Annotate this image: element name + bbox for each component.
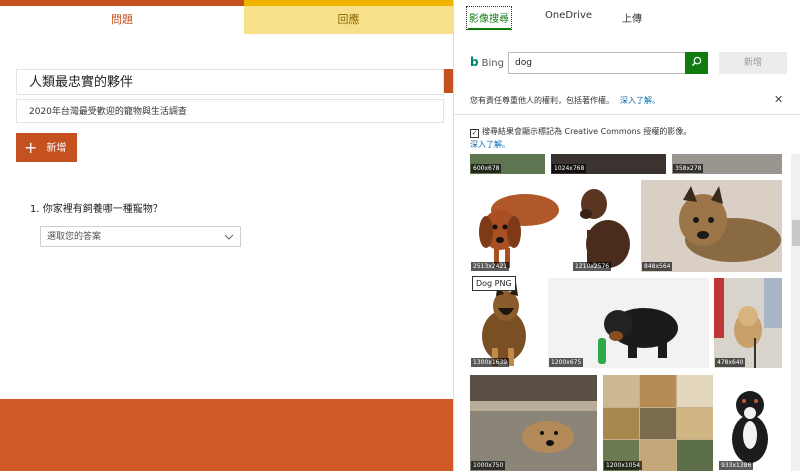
learn-more-link[interactable]: 深入了解。: [620, 96, 660, 105]
question-title: 1. 你家裡有飼養哪一種寵物？: [30, 204, 163, 215]
german-shepherd-image: [482, 282, 526, 366]
image-result[interactable]: 358x278: [672, 154, 782, 174]
form-editor: 問題 回應 人類最忠實的夥伴 2020年台灣最受歡迎的寵物與生活調查 + 新增 1…: [0, 0, 453, 471]
image-result[interactable]: 1300x1639: [470, 278, 543, 368]
active-tab-indicator: [468, 28, 511, 30]
chocolate-lab-image: [580, 189, 630, 268]
dog-collage-image: [603, 375, 713, 471]
dachshund-image: [479, 194, 559, 268]
image-result[interactable]: 1200x675: [548, 278, 709, 368]
image-dims-label: 1000x750: [471, 461, 506, 470]
form-subtitle-field[interactable]: 2020年台灣最受歡迎的寵物與生活調查: [16, 99, 444, 123]
cc-learn-more-link[interactable]: 深入了解。: [470, 140, 510, 149]
image-dims-label: 1300x1639: [471, 358, 510, 367]
checkbox-icon[interactable]: ✓: [470, 129, 479, 138]
plus-icon: +: [24, 138, 38, 157]
image-result[interactable]: 478x640: [714, 278, 782, 368]
image-result[interactable]: 1210x2576: [572, 180, 634, 272]
image-result[interactable]: 1024x768: [551, 154, 666, 174]
insert-new-button[interactable]: 新增: [719, 52, 787, 74]
form-title-field[interactable]: 人類最忠實的夥伴: [16, 69, 444, 95]
answer-select[interactable]: 選取您的答案: [40, 226, 241, 247]
divider: [454, 114, 800, 115]
shepherd-lying-image: [641, 180, 782, 272]
copyright-notice-text: 您有責任尊重他人的權利，包括著作權。: [470, 96, 614, 105]
image-dims-label: 478x640: [715, 358, 746, 367]
bing-icon: b: [470, 55, 479, 69]
answer-select-placeholder: 選取您的答案: [47, 232, 102, 242]
image-result[interactable]: 2513x2421: [470, 180, 567, 272]
image-search-input[interactable]: dog: [508, 52, 686, 74]
bernese-puppy-image: [732, 391, 768, 463]
image-results-grid: 600x678 1024x768 358x278 2513x2421 1210x…: [454, 154, 792, 471]
results-scrollbar[interactable]: [791, 154, 800, 471]
theme-footer-band: [0, 399, 453, 471]
image-tooltip: Dog PNG: [472, 276, 516, 291]
bing-label: Bing: [481, 58, 504, 69]
image-dims-label: 933x1386: [719, 461, 754, 470]
close-icon[interactable]: ✕: [774, 93, 783, 106]
add-question-label: 新增: [46, 143, 67, 154]
cc-notice-text: 搜尋結果會顯示標記為 Creative Commons 授權的影像。: [482, 127, 692, 136]
chevron-down-icon: [224, 227, 234, 255]
image-dims-label: 1024x768: [552, 164, 587, 173]
image-dims-label: 358x278: [673, 164, 704, 173]
image-result[interactable]: 1000x750: [470, 375, 597, 471]
image-dims-label: 1200x1054: [604, 461, 643, 470]
image-dims-label: 848x564: [642, 262, 673, 271]
creative-commons-notice: ✓ 搜尋結果會顯示標記為 Creative Commons 授權的影像。 深入了解…: [470, 125, 691, 151]
insert-image-panel: 影像搜尋 OneDrive 上傳 b Bing dog 新增 您有責任尊重他人的權…: [453, 0, 800, 471]
image-result[interactable]: 933x1386: [718, 375, 782, 471]
tab-onedrive[interactable]: OneDrive: [545, 10, 592, 21]
image-dims-label: 600x678: [471, 164, 502, 173]
scrollbar-thumb[interactable]: [792, 220, 800, 246]
tab-upload[interactable]: 上傳: [622, 10, 642, 25]
image-dims-label: 2513x2421: [471, 262, 510, 271]
bing-logo: b Bing: [470, 55, 504, 69]
tab-image-search[interactable]: 影像搜尋: [469, 10, 509, 25]
image-result[interactable]: 600x678: [470, 154, 545, 174]
title-image-button[interactable]: [444, 69, 453, 93]
tab-responses[interactable]: 回應: [244, 6, 453, 34]
rottweiler-image: [598, 308, 678, 364]
tab-questions[interactable]: 問題: [0, 6, 244, 34]
search-icon: [691, 56, 702, 67]
image-result[interactable]: 848x564: [641, 180, 782, 272]
search-button[interactable]: [685, 52, 708, 74]
image-dims-label: 1200x675: [549, 358, 584, 367]
add-question-button[interactable]: + 新增: [16, 133, 77, 162]
image-dims-label: 1210x2576: [573, 262, 612, 271]
image-result[interactable]: 1200x1054: [603, 375, 713, 471]
copyright-notice: 您有責任尊重他人的權利，包括著作權。 深入了解。: [470, 95, 660, 106]
pet-store-dog-image: [714, 278, 782, 368]
dog-under-fence-image: [470, 375, 597, 453]
